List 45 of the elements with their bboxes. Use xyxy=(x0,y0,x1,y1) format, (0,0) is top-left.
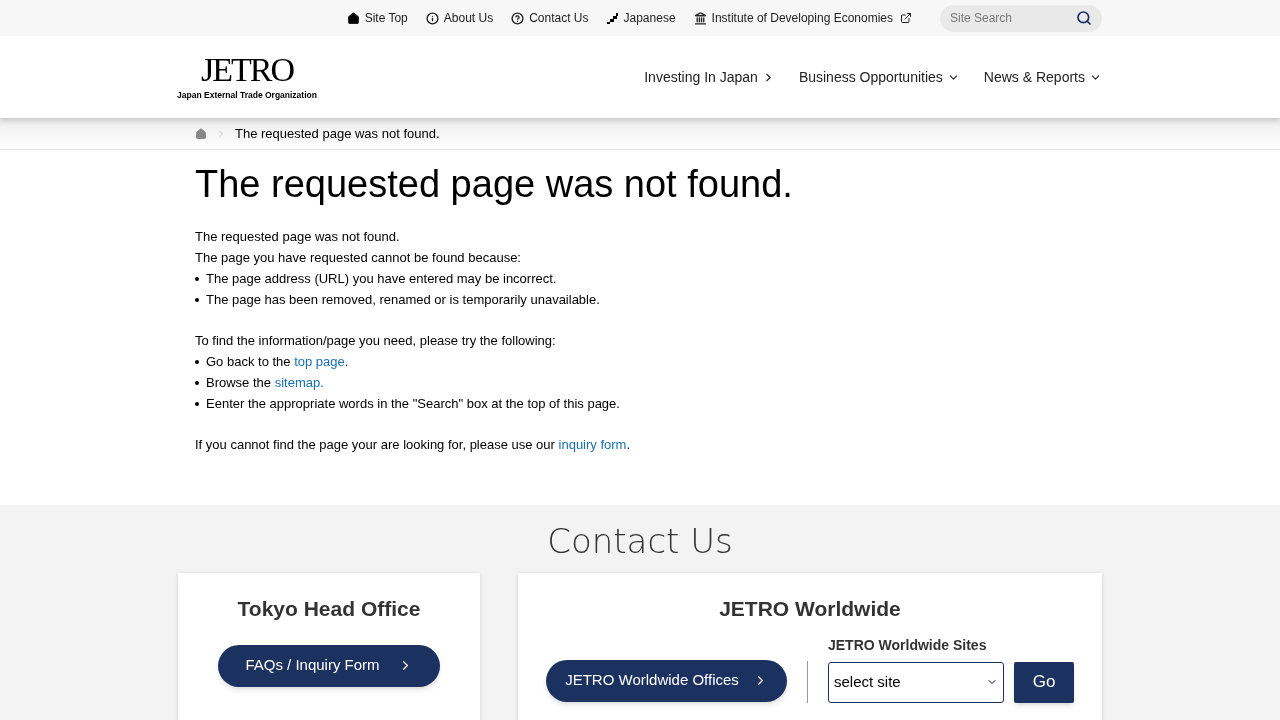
bullet-icon xyxy=(195,276,199,281)
top-link[interactable]: Japanese xyxy=(606,9,676,27)
help-icon xyxy=(511,11,525,25)
card-title: Tokyo Head Office xyxy=(237,596,421,622)
external-link-icon xyxy=(900,12,912,24)
logo-subtitle: Japan External Trade Organization xyxy=(177,88,317,102)
field-label: JETRO Worldwide Sites xyxy=(828,635,988,655)
bullet-icon xyxy=(195,297,199,302)
home-icon[interactable] xyxy=(195,127,207,140)
search-icon[interactable] xyxy=(1076,9,1092,26)
nav-link[interactable]: Investing In Japan xyxy=(644,66,775,88)
bullet-icon xyxy=(195,359,199,364)
nav-link[interactable]: News & Reports xyxy=(983,66,1102,88)
search-field[interactable]: Site Search xyxy=(940,4,1102,32)
section-title: Contact Us xyxy=(547,521,733,561)
logo-mark: JETRO xyxy=(201,52,293,87)
list-item: Go back to the top page. xyxy=(206,353,349,371)
bullet-icon xyxy=(195,380,199,385)
body-text: The requested page was not found. xyxy=(195,228,401,246)
top-link[interactable]: About Us xyxy=(425,9,494,27)
offices-button[interactable]: JETRO Worldwide Offices xyxy=(546,659,787,702)
site-select[interactable]: select site xyxy=(828,661,1004,703)
list-item: Eenter the appropriate words in the "Search" box at the top of this page. xyxy=(206,395,620,413)
breadcrumb-current: The requested page was not found. xyxy=(235,124,440,143)
list-item: The page address (URL) you have entered may be incorrect. xyxy=(206,270,557,288)
home-icon xyxy=(346,11,360,25)
logo[interactable]: JETRO Japan External Trade Organization xyxy=(178,52,316,102)
go-button[interactable]: Go xyxy=(1014,661,1074,703)
top-link[interactable]: Site Top xyxy=(346,9,408,27)
nav-link[interactable]: Business Opportunities xyxy=(798,66,960,88)
body-text: The page you have requested cannot be found because: xyxy=(195,249,522,267)
text-link[interactable]: top page xyxy=(294,354,345,369)
card-title: JETRO Worldwide xyxy=(719,596,901,622)
building-icon xyxy=(693,11,707,25)
top-link[interactable]: Institute of Developing Economies xyxy=(693,9,912,27)
body-text: To find the information/page you need, please try the following: xyxy=(195,332,557,350)
page-heading: The requested page was not found. xyxy=(195,162,794,206)
info-icon xyxy=(425,11,439,25)
text-link[interactable]: sitemap. xyxy=(274,375,324,390)
list-item: The page has been removed, renamed or is temporarily unavailable. xyxy=(206,291,600,309)
bullet-icon xyxy=(195,401,199,406)
list-item: Browse the sitemap. xyxy=(206,374,324,392)
inquiry-button[interactable]: FAQs / Inquiry Form xyxy=(218,644,440,687)
top-link[interactable]: Contact Us xyxy=(511,9,589,27)
body-text: If you cannot find the page your are looking for, please use our inquiry form. xyxy=(195,437,631,452)
